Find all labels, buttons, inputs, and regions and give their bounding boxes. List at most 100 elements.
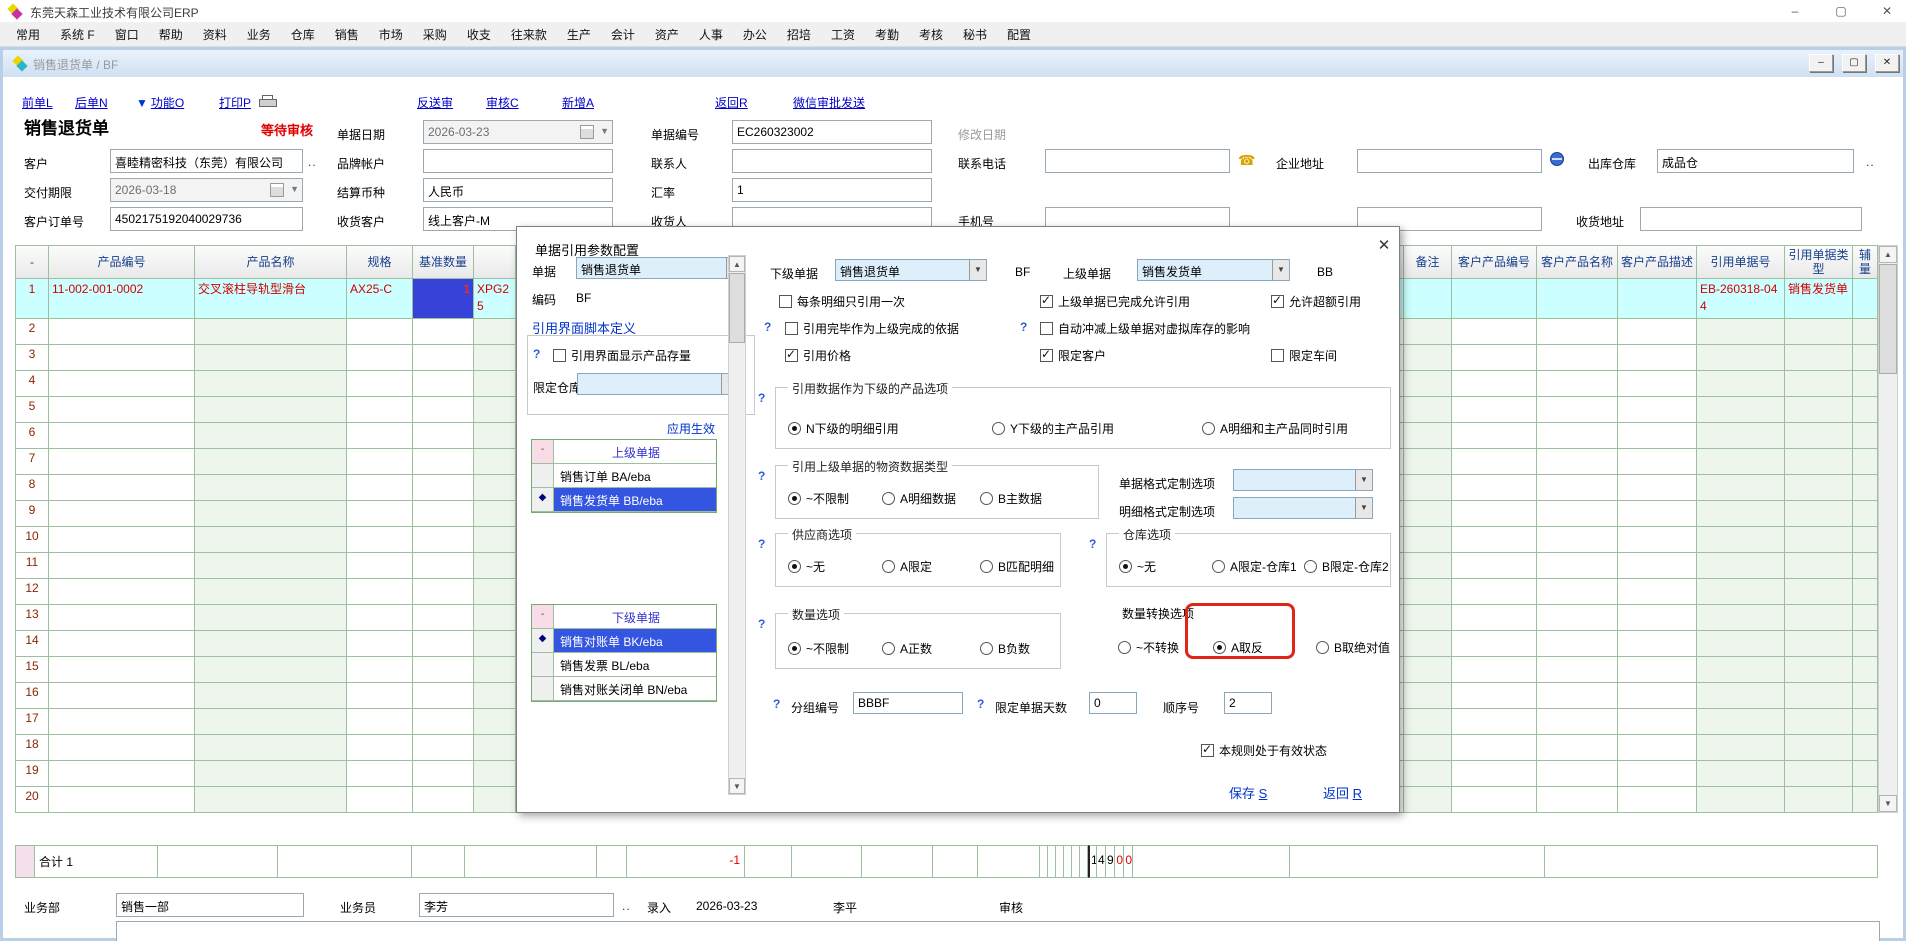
cell[interactable] bbox=[1853, 631, 1878, 657]
menu-item-6[interactable]: 仓库 bbox=[281, 23, 325, 46]
help-icon[interactable]: ? bbox=[758, 537, 765, 551]
cell[interactable] bbox=[1697, 787, 1785, 813]
cell[interactable] bbox=[1853, 475, 1878, 501]
cell[interactable] bbox=[49, 501, 195, 527]
toolbar-unsend-audit[interactable]: 反送审 bbox=[417, 94, 453, 111]
toolbar-audit[interactable]: 审核C bbox=[486, 94, 519, 111]
cell[interactable] bbox=[1697, 631, 1785, 657]
cell[interactable] bbox=[49, 735, 195, 761]
menu-item-22[interactable]: 配置 bbox=[997, 23, 1041, 46]
product_options-option-1[interactable]: Y下级的主产品引用 bbox=[992, 420, 1114, 437]
column-header-8[interactable]: 客户产品编号 bbox=[1452, 245, 1537, 279]
quantity-option-2[interactable]: B负数 bbox=[980, 640, 1030, 657]
checkbox-icon[interactable] bbox=[1040, 295, 1053, 308]
detail-format-combo[interactable]: ▼ bbox=[1233, 497, 1373, 519]
cell[interactable] bbox=[413, 605, 474, 631]
cell[interactable] bbox=[347, 527, 413, 553]
cell[interactable] bbox=[1785, 501, 1853, 527]
customer-input[interactable]: 喜睦精密科技（东莞）有限公司 bbox=[110, 149, 303, 173]
cell[interactable] bbox=[347, 605, 413, 631]
checkbox-icon[interactable] bbox=[553, 349, 566, 362]
cell[interactable] bbox=[1785, 631, 1853, 657]
cell[interactable] bbox=[1785, 449, 1853, 475]
cell[interactable] bbox=[1618, 449, 1697, 475]
cell[interactable] bbox=[1618, 579, 1697, 605]
cell[interactable] bbox=[347, 787, 413, 813]
cell[interactable] bbox=[474, 475, 516, 501]
cell[interactable] bbox=[49, 475, 195, 501]
cell[interactable] bbox=[1697, 605, 1785, 631]
cell[interactable] bbox=[1404, 735, 1452, 761]
column-header-9[interactable]: 客户产品名称 bbox=[1537, 245, 1618, 279]
supplier-option-2[interactable]: B匹配明细 bbox=[980, 558, 1054, 575]
cell[interactable] bbox=[49, 449, 195, 475]
cell[interactable] bbox=[1452, 553, 1537, 579]
back-button[interactable]: 返回 R bbox=[1323, 783, 1362, 802]
dialog-checkbox-4[interactable]: 自动冲减上级单据对虚拟库存的影响 bbox=[1040, 320, 1250, 337]
cell[interactable] bbox=[1853, 709, 1878, 735]
cell[interactable] bbox=[195, 553, 347, 579]
cell[interactable] bbox=[1697, 579, 1785, 605]
cell[interactable] bbox=[49, 579, 195, 605]
cell[interactable] bbox=[1452, 631, 1537, 657]
cell[interactable] bbox=[1697, 371, 1785, 397]
quantity-option-0[interactable]: ~不限制 bbox=[788, 640, 849, 657]
checkbox-icon[interactable] bbox=[1271, 349, 1284, 362]
salesman-lookup-button[interactable]: .. bbox=[622, 899, 631, 913]
cell[interactable] bbox=[1618, 735, 1697, 761]
help-icon[interactable]: ? bbox=[758, 391, 765, 405]
row1-cell-3[interactable]: AX25-C bbox=[347, 279, 413, 319]
column-header-1[interactable]: 产品编号 bbox=[49, 245, 195, 279]
row1-cell-8[interactable] bbox=[1452, 279, 1537, 319]
cell[interactable] bbox=[474, 449, 516, 475]
menu-item-8[interactable]: 市场 bbox=[369, 23, 413, 46]
cell[interactable] bbox=[1404, 709, 1452, 735]
toolbar-print[interactable]: 打印P bbox=[219, 94, 251, 111]
out-warehouse-input[interactable]: 成品仓 bbox=[1657, 149, 1854, 173]
toolbar-function[interactable]: ▼功能O bbox=[136, 94, 184, 111]
chevron-down-icon[interactable]: ▼ bbox=[600, 126, 609, 136]
cell[interactable] bbox=[1697, 397, 1785, 423]
cell[interactable] bbox=[413, 319, 474, 345]
cell[interactable] bbox=[195, 371, 347, 397]
warehouse-option-2[interactable]: B限定-仓库2 bbox=[1304, 558, 1389, 575]
cell[interactable] bbox=[195, 709, 347, 735]
cell[interactable] bbox=[1537, 345, 1618, 371]
cell[interactable] bbox=[1618, 319, 1697, 345]
cell[interactable] bbox=[1853, 553, 1878, 579]
cell[interactable] bbox=[474, 527, 516, 553]
cell[interactable] bbox=[413, 709, 474, 735]
cell[interactable] bbox=[1452, 501, 1537, 527]
cell[interactable] bbox=[1404, 605, 1452, 631]
cell[interactable] bbox=[1785, 345, 1853, 371]
cell[interactable] bbox=[1853, 345, 1878, 371]
cell[interactable] bbox=[1853, 683, 1878, 709]
cell[interactable] bbox=[1697, 449, 1785, 475]
group-no-input[interactable]: BBBF bbox=[853, 692, 963, 714]
cell[interactable] bbox=[474, 501, 516, 527]
row1-cell-5[interactable]: XPG25 bbox=[474, 279, 516, 319]
qty_convert-option-2[interactable]: B取绝对值 bbox=[1316, 639, 1390, 656]
help-icon[interactable]: ? bbox=[1020, 320, 1027, 334]
brand-account-input[interactable] bbox=[423, 149, 613, 173]
help-icon[interactable]: ? bbox=[773, 697, 780, 711]
cell[interactable] bbox=[1537, 631, 1618, 657]
cell[interactable] bbox=[413, 527, 474, 553]
cell[interactable] bbox=[1452, 345, 1537, 371]
cell[interactable] bbox=[195, 449, 347, 475]
column-header-7[interactable]: 备注 bbox=[1404, 245, 1452, 279]
scroll-thumb[interactable] bbox=[1879, 264, 1897, 374]
cell[interactable] bbox=[474, 345, 516, 371]
cell[interactable] bbox=[195, 527, 347, 553]
cell[interactable] bbox=[474, 761, 516, 787]
cell[interactable] bbox=[347, 683, 413, 709]
cell[interactable] bbox=[1618, 631, 1697, 657]
cell[interactable] bbox=[413, 761, 474, 787]
cell[interactable] bbox=[1785, 319, 1853, 345]
column-header-0[interactable]: - bbox=[15, 245, 49, 279]
cell[interactable]: 11 bbox=[15, 553, 49, 579]
toolbar-back[interactable]: 返回R bbox=[715, 94, 748, 111]
cell[interactable] bbox=[49, 371, 195, 397]
dialog-checkbox-1[interactable]: 上级单据已完成允许引用 bbox=[1040, 293, 1190, 310]
cell[interactable] bbox=[1404, 787, 1452, 813]
